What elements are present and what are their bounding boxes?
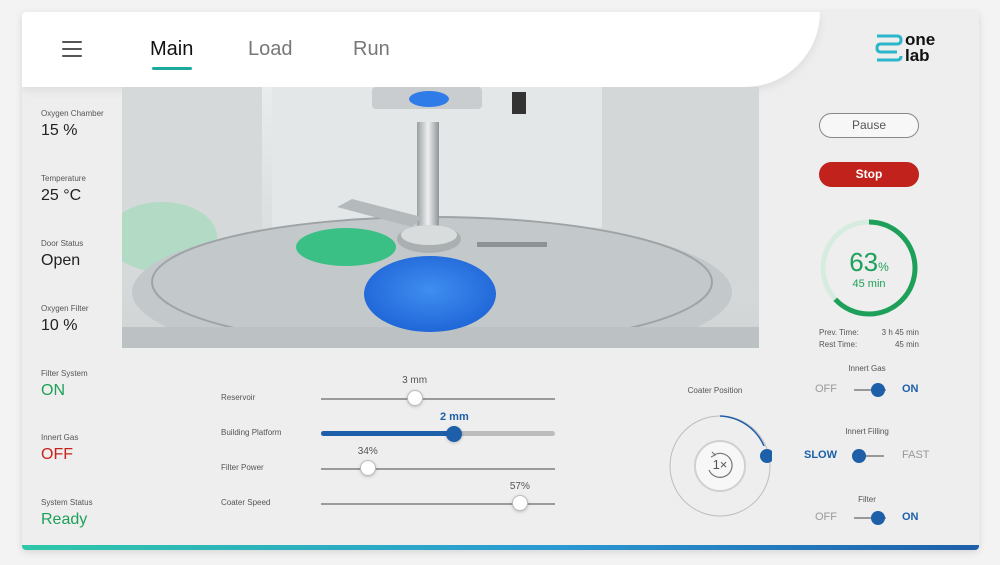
bottom-accent-bar <box>22 545 979 550</box>
onelab-logo-icon <box>875 34 903 62</box>
building-platform-slider-fill <box>321 431 455 436</box>
stop-button[interactable]: Stop <box>819 162 919 187</box>
rest-time-value: 45 min <box>894 340 919 349</box>
prev-time-row: Prev. Time: 3 h 45 min <box>819 328 919 337</box>
filter-power-value: 34% <box>357 446 378 457</box>
filter-toggle-title: Filter <box>858 495 876 504</box>
coater-speed-label: Coater Speed <box>221 498 271 507</box>
coater-position-title: Coater Position <box>687 386 743 395</box>
coater-position-dial[interactable]: 1× <box>668 414 774 518</box>
status-innert-gas: Innert Gas OFF <box>41 433 79 463</box>
active-tab-indicator <box>152 67 192 70</box>
chamber-camera-image <box>122 87 759 348</box>
rest-time-row: Rest Time: 45 min <box>819 340 919 349</box>
status-filter-system: Filter System ON <box>41 369 88 399</box>
coater-position-value: 1× <box>712 457 728 472</box>
innert-filling-fast-label[interactable]: FAST <box>902 449 930 461</box>
logo-wordmark: one lab <box>905 30 936 65</box>
rest-time-label: Rest Time: <box>819 340 858 349</box>
coater-dial-knob <box>760 449 774 463</box>
top-navigation-bar: Main Load Run <box>22 12 820 87</box>
progress-percent-unit: % <box>878 260 889 274</box>
coater-speed-slider-knob[interactable] <box>511 495 528 511</box>
coater-speed-value: 57% <box>509 481 530 492</box>
pause-button[interactable]: Pause <box>819 113 919 138</box>
building-platform-slider[interactable]: 2 mm <box>321 411 555 442</box>
status-system: System Status Ready <box>41 498 93 528</box>
building-platform-value: 2 mm <box>440 411 469 423</box>
status-door: Door Status Open <box>41 239 84 269</box>
hamburger-menu-icon[interactable] <box>62 41 82 57</box>
filter-power-slider-knob[interactable] <box>359 460 376 476</box>
coater-speed-slider[interactable]: 57% <box>321 481 555 511</box>
building-platform-label: Building Platform <box>221 428 282 437</box>
progress-readout: 63% 45 min <box>818 247 920 290</box>
tab-load[interactable]: Load <box>248 38 293 61</box>
filter-on-label[interactable]: ON <box>902 511 919 523</box>
status-oxygen-filter: Oxygen Filter 10 % <box>41 304 89 334</box>
status-temperature: Temperature 25 °C <box>41 174 86 204</box>
filter-toggle-knob[interactable] <box>871 511 885 525</box>
tab-run[interactable]: Run <box>353 38 390 61</box>
innert-gas-off-label[interactable]: OFF <box>815 383 837 395</box>
innert-gas-on-label[interactable]: ON <box>902 383 919 395</box>
reservoir-label: Reservoir <box>221 393 256 402</box>
innert-gas-toggle-knob[interactable] <box>871 383 885 397</box>
filter-power-slider[interactable]: 34% <box>321 446 555 476</box>
reservoir-slider-knob[interactable] <box>406 390 423 406</box>
prev-time-value: 3 h 45 min <box>881 328 919 337</box>
app-window: Main Load Run one lab Oxygen Chamber 15 … <box>22 12 979 550</box>
status-oxygen-chamber: Oxygen Chamber 15 % <box>41 109 104 139</box>
onelab-logo: one lab <box>875 30 945 68</box>
chamber-camera-view <box>122 87 759 348</box>
innert-filling-toggle-knob[interactable] <box>852 449 866 463</box>
prev-time-label: Prev. Time: <box>819 328 859 337</box>
progress-percent: 63 <box>849 247 879 277</box>
reservoir-slider[interactable]: 3 mm <box>321 375 555 406</box>
progress-remaining: 45 min <box>852 278 886 290</box>
tab-main[interactable]: Main <box>150 38 193 61</box>
progress-ring: 63% 45 min <box>818 217 920 319</box>
building-platform-slider-knob[interactable] <box>446 426 463 442</box>
innert-filling-slow-label[interactable]: SLOW <box>804 449 837 461</box>
innert-gas-toggle-title: Innert Gas <box>848 364 886 373</box>
filter-power-label: Filter Power <box>221 463 264 472</box>
innert-filling-toggle-title: Innert Filling <box>845 427 889 436</box>
filter-off-label[interactable]: OFF <box>815 511 837 523</box>
reservoir-value: 3 mm <box>402 375 428 386</box>
